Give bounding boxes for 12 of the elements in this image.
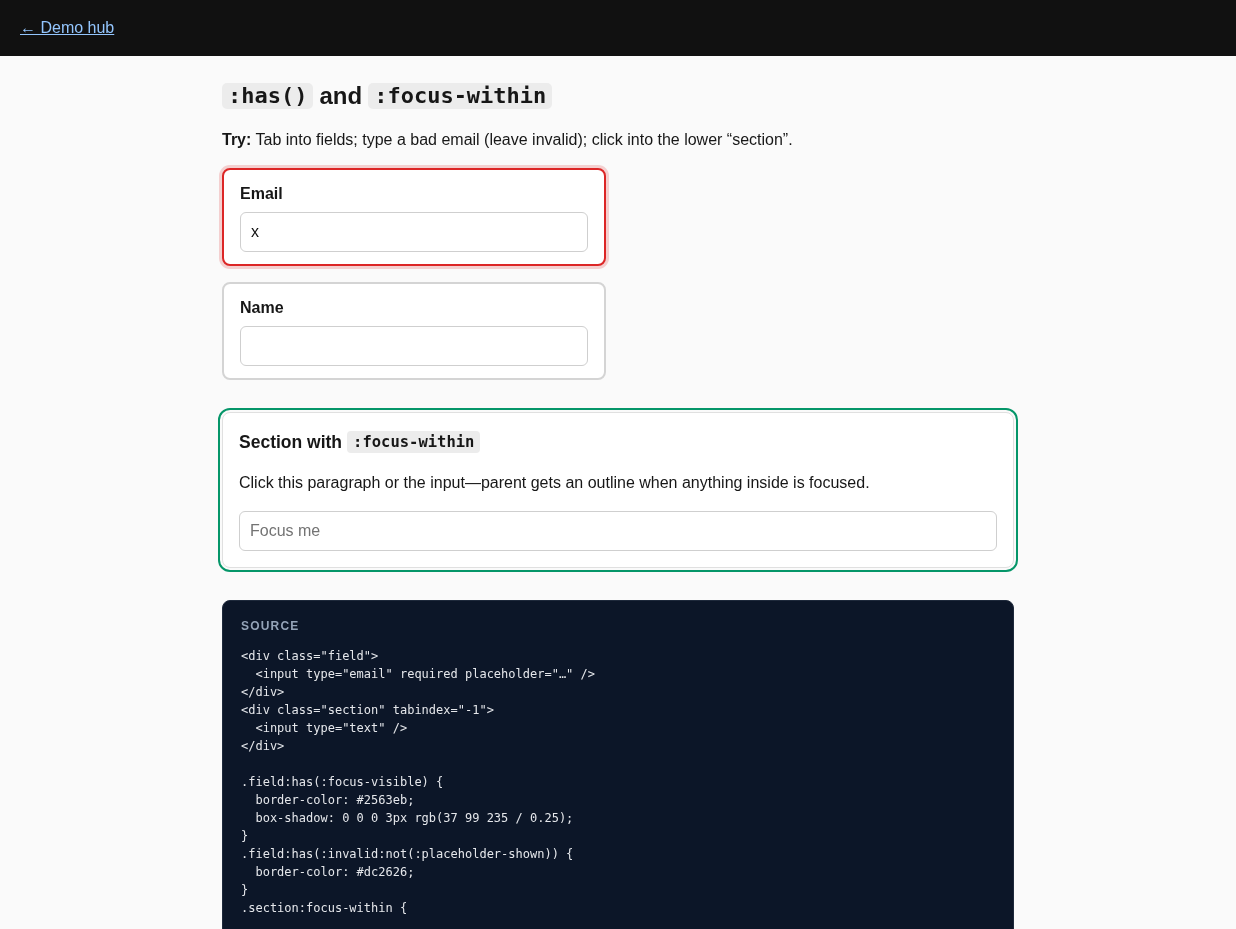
- input-field[interactable]: [240, 326, 588, 366]
- section-description: Click this paragraph or the input—parent gets an outline when anything inside is focused.: [239, 473, 871, 493]
- back-link[interactable]: ← Demo hub: [20, 19, 115, 37]
- source-label: SOURCE: [241, 619, 300, 633]
- section-heading: Section with :focus-within: [239, 429, 481, 455]
- field-label: Email: [240, 184, 284, 204]
- source-code-text: <div class="field"> <input type="email" required placeholder="…" /> </div> <div class="section" tabindex="-1"> <input type="text" /> </div> .field:has(:focus-visible) { border-color: #2563eb; box-shadow: 0 0 0 3px rgb(37 99 235 / 0.25); } .field:has(:invalid:not(:placeholder-shown)) { border-color: #dc2626; } .section:focus-within {: [241, 648, 595, 917]
- intro-text: Try: Tab into fields; type a bad email (leave invalid); click into the lower “section”.: [222, 130, 793, 150]
- field-label: Name: [240, 298, 285, 318]
- page-title: :has() and :focus-within: [222, 80, 553, 112]
- input-field[interactable]: Focus me: [239, 511, 997, 551]
- input-field[interactable]: x: [240, 212, 588, 252]
